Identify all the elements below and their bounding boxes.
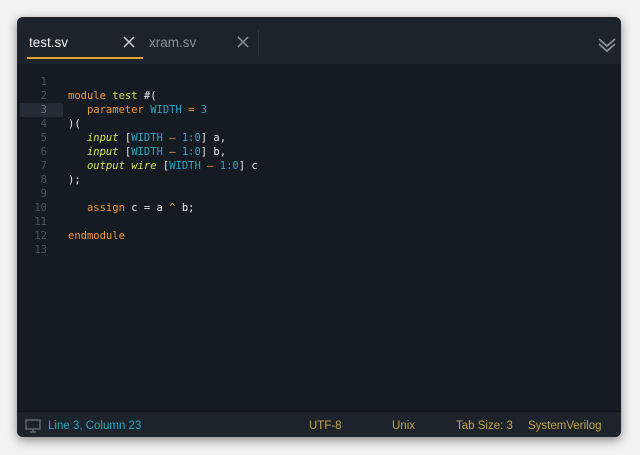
- code-text: output wire [WIDTH – 1:0] c: [68, 159, 258, 173]
- code-text: input [WIDTH – 1:0] b,: [68, 145, 226, 159]
- line-number: 9: [40, 188, 47, 200]
- code-text: module test #(: [68, 89, 157, 103]
- line-number: 2: [40, 90, 47, 102]
- punctuation: ] c: [238, 160, 258, 172]
- tab-divider: [258, 30, 259, 56]
- code-line: 8 );: [17, 173, 621, 187]
- operator: –: [162, 132, 182, 144]
- code-text: parameter WIDTH = 3: [68, 103, 207, 117]
- port-direction: input: [86, 132, 119, 144]
- line-number: 5: [40, 132, 47, 144]
- code-line: 7 output wire [WIDTH – 1:0] c: [17, 159, 621, 173]
- code-line: 9: [17, 187, 621, 201]
- line-number: 4: [40, 118, 47, 130]
- line-number: 10: [34, 202, 47, 214]
- punctuation: ] b,: [200, 146, 227, 158]
- net-type: wire: [131, 160, 157, 172]
- code-line: 6 input [WIDTH – 1:0] b,: [17, 145, 621, 159]
- number-literal: 3: [200, 104, 208, 116]
- line-number: 1: [40, 76, 47, 88]
- port-direction: output: [86, 160, 125, 172]
- tab-bar: test.sv xram.sv: [17, 17, 621, 64]
- tab-xram-sv[interactable]: xram.sv: [147, 26, 259, 60]
- punctuation: ] a,: [200, 132, 227, 144]
- cursor-position[interactable]: Line 3, Column 23: [48, 420, 141, 432]
- code-text: endmodule: [68, 229, 125, 243]
- module-name: test: [112, 90, 138, 102]
- code-line: 1: [17, 75, 621, 89]
- code-text: input [WIDTH – 1:0] a,: [68, 131, 226, 145]
- keyword: module: [68, 90, 106, 102]
- code-line: 5 input [WIDTH – 1:0] a,: [17, 131, 621, 145]
- expression: b;: [175, 202, 195, 214]
- chevron-double-down-icon[interactable]: [597, 35, 617, 55]
- expression: c = a: [124, 202, 170, 214]
- code-text: assign c = a ^ b;: [68, 201, 195, 215]
- line-number: 8: [40, 174, 47, 186]
- status-bar: Line 3, Column 23 UTF-8 Unix Tab Size: 3…: [17, 411, 621, 437]
- parameter-ref: WIDTH: [169, 160, 201, 172]
- range-literal: 1:0: [181, 146, 201, 158]
- line-endings-selector[interactable]: Unix: [392, 420, 415, 432]
- line-number: 7: [40, 160, 47, 172]
- tab-label: xram.sv: [149, 35, 197, 50]
- punctuation: [: [156, 160, 170, 172]
- code-editor[interactable]: 1 2 module test #( 3 parameter WIDTH = 3…: [17, 64, 621, 408]
- range-literal: 1:0: [219, 160, 239, 172]
- encoding-selector[interactable]: UTF-8: [309, 420, 342, 432]
- tab-test-sv[interactable]: test.sv: [27, 26, 145, 60]
- punctuation: [: [118, 132, 132, 144]
- close-icon[interactable]: [123, 36, 135, 48]
- parameter-ref: WIDTH: [131, 146, 163, 158]
- parameter-name: WIDTH: [150, 104, 182, 116]
- close-icon[interactable]: [237, 36, 249, 48]
- editor-window: test.sv xram.sv 1 2 module test #(3 par…: [17, 17, 621, 437]
- monitor-icon[interactable]: [25, 419, 41, 433]
- line-number: 6: [40, 146, 47, 158]
- operator: –: [162, 146, 182, 158]
- line-number: 11: [34, 216, 47, 228]
- code-text: )(: [68, 118, 81, 130]
- line-number: 3: [40, 104, 47, 116]
- line-number: 13: [34, 244, 47, 256]
- parameter-ref: WIDTH: [131, 132, 163, 144]
- code-line: 4 )(: [17, 117, 621, 131]
- keyword: parameter: [86, 104, 144, 116]
- keyword: endmodule: [68, 230, 125, 242]
- code-line: 11: [17, 215, 621, 229]
- operator: –: [200, 160, 220, 172]
- code-line: 13: [17, 243, 621, 257]
- code-line: 2 module test #(: [17, 89, 621, 103]
- tab-label: test.sv: [29, 35, 69, 50]
- line-number: 12: [34, 230, 47, 242]
- keyword: assign: [86, 202, 125, 214]
- code-line: 12 endmodule: [17, 229, 621, 243]
- range-literal: 1:0: [181, 132, 201, 144]
- active-tab-indicator: [27, 57, 143, 59]
- code-line: 10 assign c = a ^ b;: [17, 201, 621, 215]
- punctuation: #(: [137, 90, 157, 102]
- tab-size-selector[interactable]: Tab Size: 3: [456, 420, 513, 432]
- operator: =: [181, 104, 201, 116]
- punctuation: [: [118, 146, 132, 158]
- code-line-current: 3 parameter WIDTH = 3: [17, 103, 621, 117]
- code-text: );: [68, 174, 81, 186]
- port-direction: input: [86, 146, 119, 158]
- language-selector[interactable]: SystemVerilog: [528, 420, 602, 432]
